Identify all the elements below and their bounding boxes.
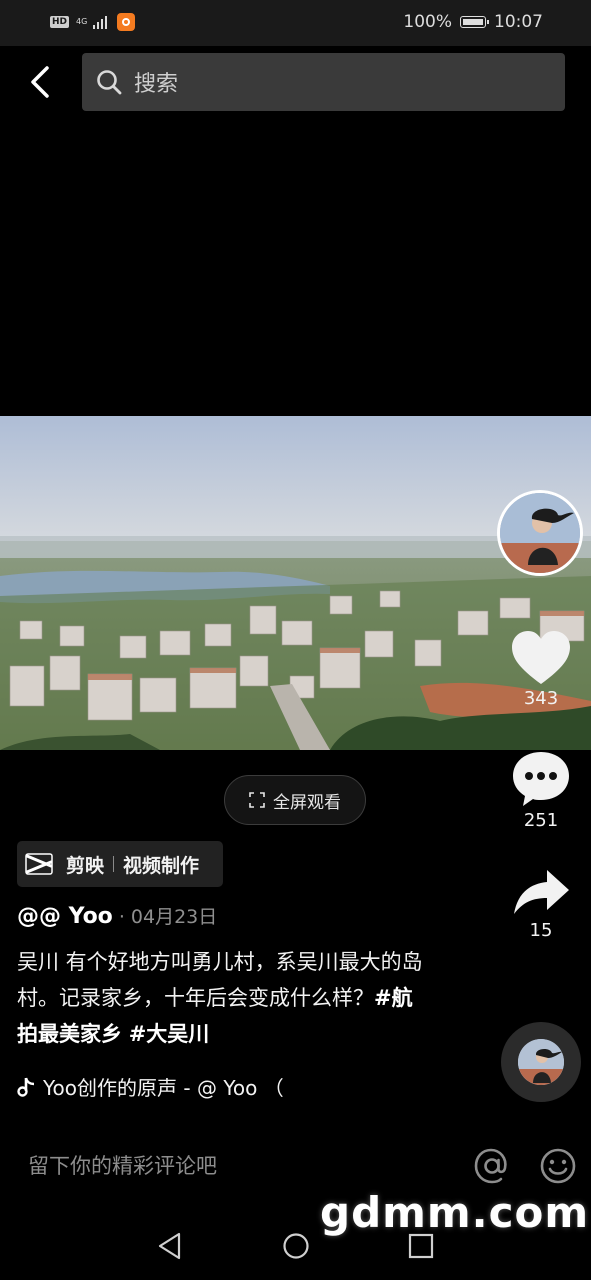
fullscreen-icon: [249, 792, 265, 808]
comment-button[interactable]: 251: [503, 750, 579, 831]
mention-button[interactable]: [472, 1146, 512, 1186]
share-button[interactable]: 15: [503, 868, 579, 941]
capcut-divider: [113, 856, 115, 872]
back-arrow-icon: [31, 66, 49, 98]
capcut-logo-icon: [22, 847, 56, 881]
status-left: HD 4G: [50, 13, 136, 31]
battery-percent: 100%: [403, 12, 452, 32]
music-info[interactable]: Yoo创作的原声 - @ Yoo （: [17, 1072, 284, 1101]
capcut-brand: 剪映: [66, 854, 105, 877]
fullscreen-label: 全屏观看: [273, 792, 341, 813]
music-title: Yoo创作的原声 - @ Yoo （: [43, 1076, 284, 1100]
hd-badge: HD: [50, 16, 70, 28]
like-button[interactable]: 343: [503, 630, 579, 709]
author-avatar[interactable]: [497, 490, 583, 576]
back-button[interactable]: [20, 60, 60, 104]
nav-home-icon: [283, 1233, 309, 1259]
comment-input[interactable]: 留下你的精彩评论吧: [28, 1150, 217, 1180]
battery-icon: [460, 16, 489, 28]
fullscreen-button[interactable]: 全屏观看: [224, 775, 366, 825]
emoji-button[interactable]: [538, 1146, 578, 1186]
hashtag-wuchuan[interactable]: #大吴川: [129, 1022, 210, 1046]
heart-icon: [512, 631, 570, 684]
status-right: 100% 10:07: [403, 12, 543, 32]
music-disc[interactable]: [501, 1022, 581, 1102]
site-watermark: gdmm.com: [320, 1188, 590, 1237]
music-note-icon: [17, 1077, 35, 1097]
search-input[interactable]: 搜索: [82, 53, 565, 111]
nav-back-icon: [158, 1232, 181, 1260]
capcut-tag[interactable]: 剪映 视频制作: [17, 841, 223, 887]
music-disc-cover: [518, 1039, 564, 1085]
caption-text: 吴川 有个好地方叫勇儿村，系吴川最大的岛村。记录家乡，十年后会变成什么样？: [17, 950, 423, 1010]
notification-app-icon: [117, 13, 136, 31]
nav-recents-button[interactable]: [405, 1230, 437, 1262]
like-count: 343: [523, 688, 559, 709]
nav-recents-icon: [408, 1233, 434, 1259]
search-icon: [94, 67, 124, 97]
author-line: @@ Yoo · 04月23日: [17, 902, 217, 929]
post-date: · 04月23日: [118, 906, 218, 928]
share-count: 15: [529, 920, 553, 941]
status-bar: HD 4G 100% 10:07: [0, 0, 591, 46]
at-sign-icon: [474, 1148, 507, 1184]
share-arrow-icon: [514, 870, 569, 914]
nav-home-button[interactable]: [280, 1230, 312, 1262]
author-name[interactable]: @@ Yoo: [17, 904, 113, 929]
smiley-icon: [540, 1148, 576, 1184]
comment-icon: [513, 752, 569, 806]
signal-icon: [93, 15, 108, 29]
avatar-photo: [500, 493, 580, 573]
search-placeholder: 搜索: [134, 72, 179, 97]
comment-count: 251: [523, 810, 559, 831]
network-type: 4G: [76, 17, 88, 26]
post-caption: 吴川 有个好地方叫勇儿村，系吴川最大的岛村。记录家乡，十年后会变成什么样？#航拍…: [17, 944, 427, 1052]
clock: 10:07: [494, 12, 543, 32]
capcut-tag-label: 视频制作: [123, 854, 200, 877]
nav-back-button[interactable]: [154, 1230, 186, 1262]
